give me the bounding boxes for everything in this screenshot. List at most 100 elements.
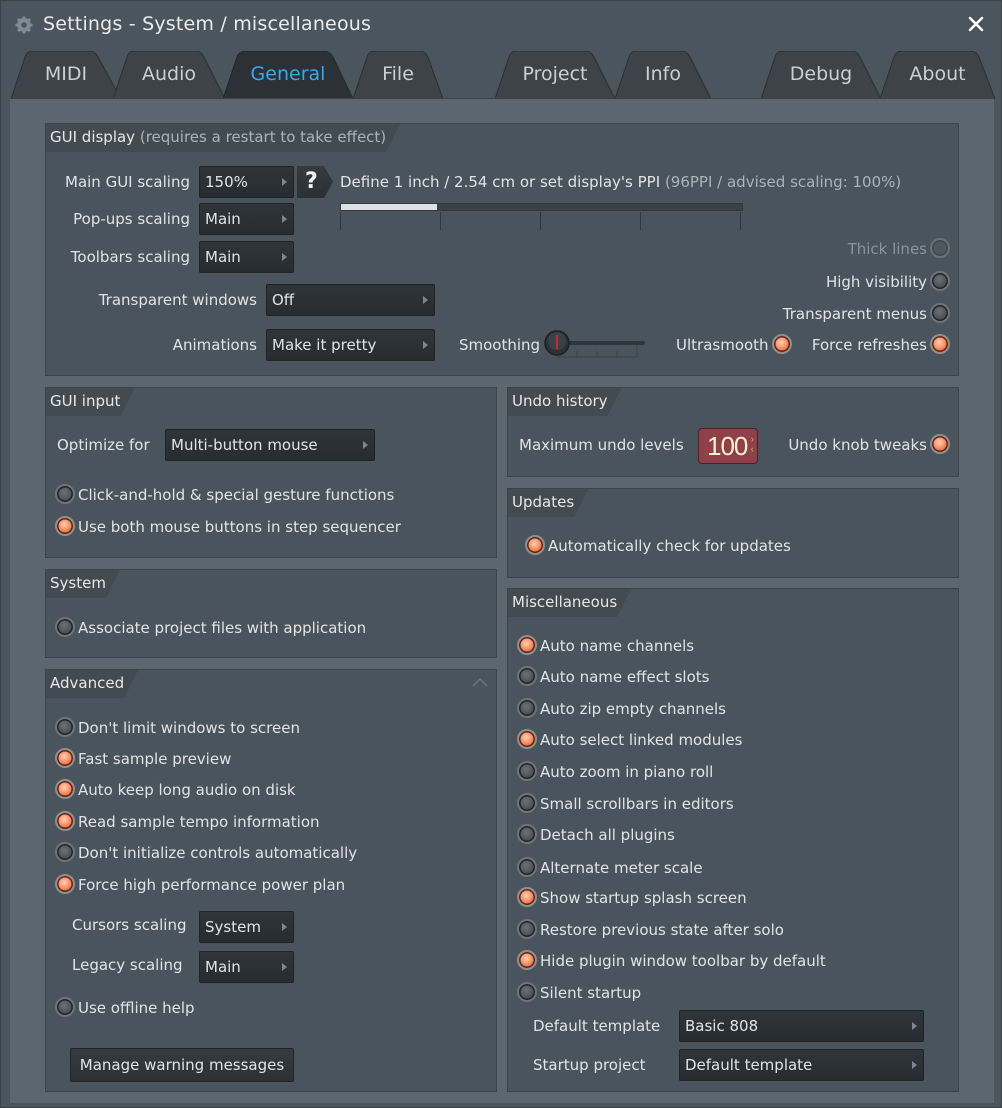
option-label: Automatically check for updates [548,537,791,555]
misc-option[interactable]: Show startup splash screen [517,887,747,909]
toolbars-scaling-dropdown[interactable]: Main [199,241,294,273]
led-indicator [55,484,75,504]
high-visibility-toggle[interactable]: High visibility [823,271,950,293]
misc-option[interactable]: Hide plugin window toolbar by default [517,950,826,972]
option-force-high-performance[interactable]: Force high performance power plan [55,874,345,896]
tab-audio[interactable]: Audio [113,51,225,99]
slider-knob[interactable] [544,330,570,356]
cursors-scaling-dropdown[interactable]: System [199,911,294,943]
tab-project[interactable]: Project [495,51,615,99]
startup-project-label: Startup project [533,1056,646,1074]
led-indicator [517,729,537,749]
misc-option[interactable]: Detach all plugins [517,824,675,846]
transparent-windows-dropdown[interactable]: Off [266,284,435,316]
main-gui-scaling-dropdown[interactable]: 150% [199,166,294,198]
option-auto-keep-audio-on-disk[interactable]: Auto keep long audio on disk [55,779,296,801]
gui-display-panel: GUI display (requires a restart to take … [45,123,959,376]
tab-about[interactable]: About [880,51,995,99]
legacy-scaling-dropdown[interactable]: Main [199,951,294,983]
ruler-tick [640,212,641,230]
ppi-ruler-slider[interactable] [340,203,743,211]
option-click-and-hold[interactable]: Click-and-hold & special gesture functio… [55,484,394,506]
default-template-label: Default template [533,1017,661,1035]
option-both-mouse-buttons[interactable]: Use both mouse buttons in step sequencer [55,516,401,538]
chevron-right-icon [282,215,287,223]
ppi-ruler-fill [341,204,438,210]
misc-option[interactable]: Auto zoom in piano roll [517,761,713,783]
misc-option[interactable]: Auto select linked modules [517,729,742,751]
popups-scaling-label: Pop-ups scaling [73,210,190,228]
option-label: Fast sample preview [78,750,232,768]
option-read-sample-tempo[interactable]: Read sample tempo information [55,811,320,833]
dropdown-value: Off [272,291,295,309]
misc-option[interactable]: Restore previous state after solo [517,919,784,941]
option-label: Auto name channels [540,637,695,655]
led-indicator [517,982,537,1002]
toolbars-scaling-label: Toolbars scaling [70,248,190,266]
smoothing-slider[interactable] [543,329,647,363]
dropdown-value: Basic 808 [685,1017,759,1035]
undo-knob-tweaks-toggle[interactable]: Undo knob tweaks [788,434,950,456]
panel-header: GUI display (requires a restart to take … [46,124,400,152]
help-button[interactable]: ? [297,166,333,198]
startup-project-dropdown[interactable]: Default template [679,1049,924,1081]
default-template-dropdown[interactable]: Basic 808 [679,1010,924,1042]
tab-label: General [250,63,326,85]
toggle-label: Undo knob tweaks [788,436,927,454]
option-use-offline-help[interactable]: Use offline help [55,997,195,1019]
ppi-text: Define 1 inch / 2.54 cm or set display's… [340,173,661,191]
tab-general[interactable]: General [223,51,353,99]
close-icon[interactable] [965,13,987,35]
led-indicator [517,793,537,813]
tab-label: Project [522,63,588,85]
option-fast-sample-preview[interactable]: Fast sample preview [55,748,231,770]
chevron-right-icon [363,441,368,449]
misc-option[interactable]: Alternate meter scale [517,857,703,879]
manage-warning-messages-button[interactable]: Manage warning messages [70,1048,294,1082]
option-label: Read sample tempo information [78,813,320,831]
dropdown-value: Main [205,958,241,976]
panel-header: Undo history [508,388,622,416]
optimize-for-label: Optimize for [57,436,150,454]
led-indicator [930,334,950,354]
option-label: Don't initialize controls automatically [78,844,358,862]
misc-option[interactable]: Auto name channels [517,635,694,657]
transparent-windows-label: Transparent windows [98,291,257,309]
optimize-for-dropdown[interactable]: Multi-button mouse [165,429,375,461]
option-associate-project-files[interactable]: Associate project files with application [55,617,366,639]
tab-info[interactable]: Info [615,51,711,99]
misc-option[interactable]: Auto name effect slots [517,666,709,688]
updates-panel: Updates Automatically check for updates [507,488,959,578]
chevron-up-icon[interactable] [472,676,488,688]
option-dont-initialize-controls[interactable]: Don't initialize controls automatically [55,842,357,864]
chevron-right-icon [912,1022,917,1030]
misc-option[interactable]: Auto zip empty channels [517,698,726,720]
chevron-right-icon [282,923,287,931]
tab-midi[interactable]: MIDI [11,51,121,99]
misc-option[interactable]: Silent startup [517,982,641,1004]
animations-dropdown[interactable]: Make it pretty [266,329,435,361]
tab-debug[interactable]: Debug [761,51,881,99]
thick-lines-toggle[interactable]: Thick lines [845,238,950,260]
option-dont-limit-windows[interactable]: Don't limit windows to screen [55,717,300,739]
misc-option[interactable]: Small scrollbars in editors [517,793,734,815]
option-label: Auto zip empty channels [540,700,726,718]
transparent-menus-toggle[interactable]: Transparent menus [780,303,950,325]
led-indicator [517,761,537,781]
panel-title: System [50,574,106,592]
max-undo-levels-spinner[interactable]: 100 › ‹ [698,428,758,464]
panel-header: GUI input [46,388,134,416]
panel-title: GUI display [50,128,136,146]
led-indicator [517,698,537,718]
panel-header: Advanced [46,670,138,698]
force-refreshes-toggle[interactable]: Force refreshes [812,334,950,356]
popups-scaling-dropdown[interactable]: Main [199,203,294,235]
ultrasmooth-toggle[interactable]: Ultrasmooth [676,334,792,356]
option-auto-check-updates[interactable]: Automatically check for updates [525,535,791,557]
gear-icon [15,16,33,34]
tab-file[interactable]: File [353,51,443,99]
toggle-label: Force refreshes [811,336,927,354]
led-indicator [55,811,75,831]
toggle-label: Ultrasmooth [676,336,769,354]
chevron-right-icon [282,253,287,261]
